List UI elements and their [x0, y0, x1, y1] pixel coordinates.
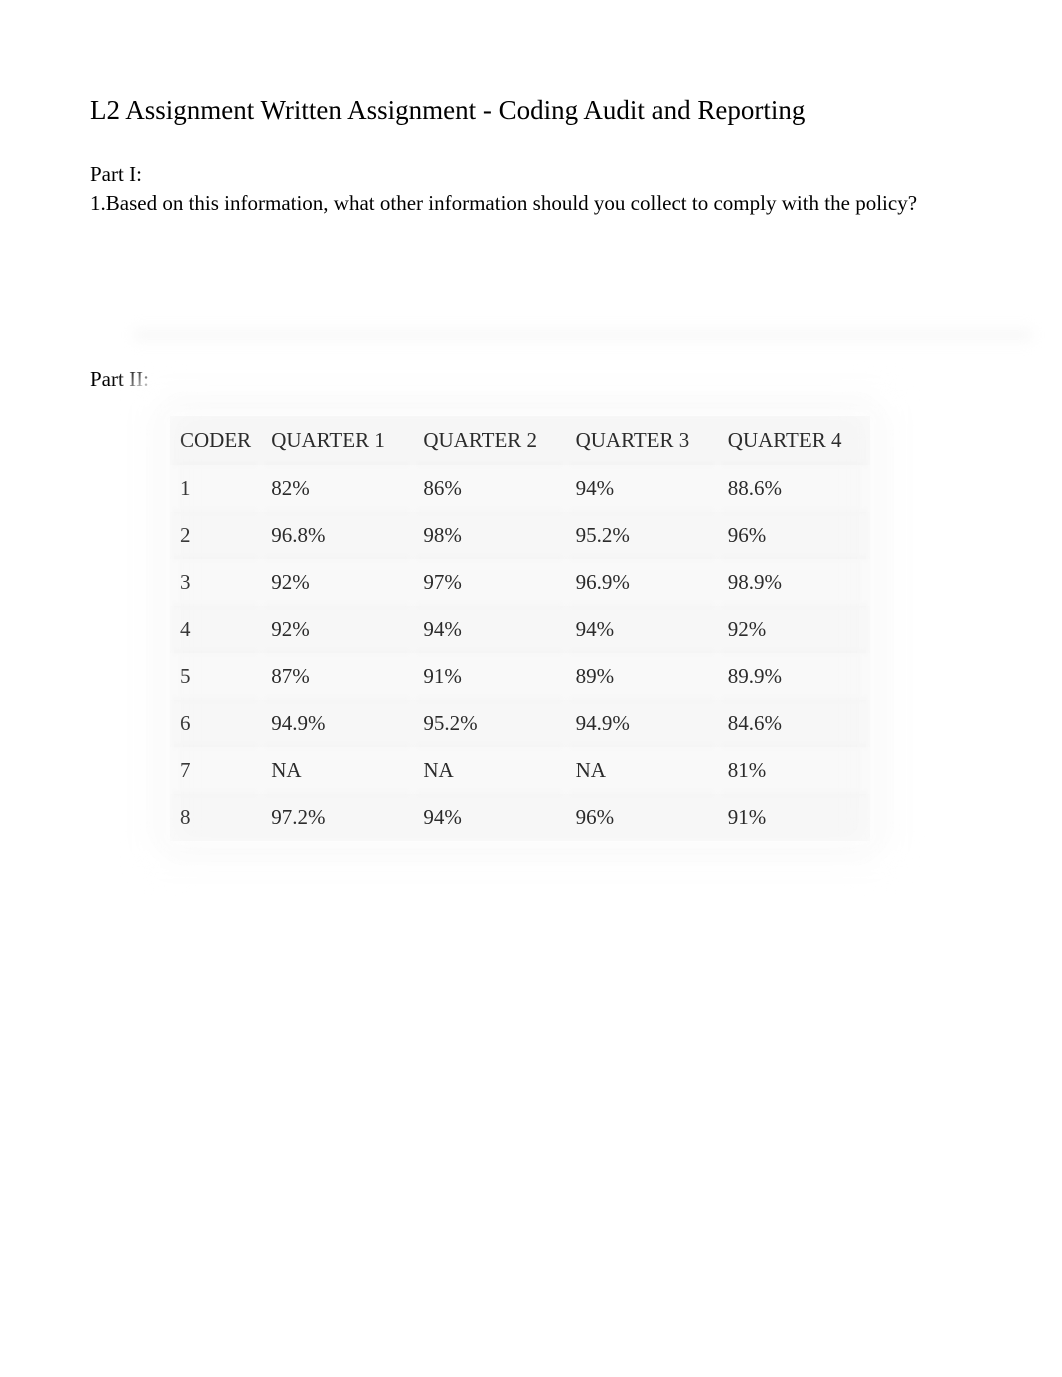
- cell-q1: 92%: [261, 559, 413, 606]
- part-1-question: 1.Based on this information, what other …: [90, 189, 972, 217]
- table-row: 8 97.2% 94% 96% 91%: [170, 794, 870, 841]
- table-row: 3 92% 97% 96.9% 98.9%: [170, 559, 870, 606]
- coder-accuracy-table: CODER QUARTER 1 QUARTER 2 QUARTER 3 QUAR…: [170, 416, 870, 841]
- cell-q3: 96%: [566, 794, 718, 841]
- cell-q4: 84.6%: [718, 700, 870, 747]
- cell-q1: 96.8%: [261, 512, 413, 559]
- cell-q3: 94%: [566, 465, 718, 512]
- cell-q2: 98%: [413, 512, 565, 559]
- cell-q2: 86%: [413, 465, 565, 512]
- cell-coder: 4: [170, 606, 261, 653]
- cell-coder: 6: [170, 700, 261, 747]
- cell-q2: NA: [413, 747, 565, 794]
- cell-q4: 89.9%: [718, 653, 870, 700]
- col-header-q4: QUARTER 4: [718, 416, 870, 465]
- cell-q4: 91%: [718, 794, 870, 841]
- coder-accuracy-table-region: CODER QUARTER 1 QUARTER 2 QUARTER 3 QUAR…: [170, 416, 870, 841]
- table-row: 6 94.9% 95.2% 94.9% 84.6%: [170, 700, 870, 747]
- cell-q1: 87%: [261, 653, 413, 700]
- table-header-row: CODER QUARTER 1 QUARTER 2 QUARTER 3 QUAR…: [170, 416, 870, 465]
- col-header-coder: CODER: [170, 416, 261, 465]
- cell-q3: 94%: [566, 606, 718, 653]
- col-header-q2: QUARTER 2: [413, 416, 565, 465]
- cell-q2: 95.2%: [413, 700, 565, 747]
- cell-q4: 96%: [718, 512, 870, 559]
- table-row: 5 87% 91% 89% 89.9%: [170, 653, 870, 700]
- decorative-blur-bar: [134, 325, 1032, 345]
- cell-coder: 1: [170, 465, 261, 512]
- page-title: L2 Assignment Written Assignment - Codin…: [90, 95, 972, 126]
- document-page: L2 Assignment Written Assignment - Codin…: [0, 0, 1062, 841]
- cell-coder: 3: [170, 559, 261, 606]
- cell-q2: 97%: [413, 559, 565, 606]
- cell-q4: 98.9%: [718, 559, 870, 606]
- col-header-q1: QUARTER 1: [261, 416, 413, 465]
- cell-q3: 94.9%: [566, 700, 718, 747]
- cell-q2: 94%: [413, 794, 565, 841]
- table-row: 4 92% 94% 94% 92%: [170, 606, 870, 653]
- cell-q4: 88.6%: [718, 465, 870, 512]
- part-1-section: Part I: 1.Based on this information, wha…: [90, 162, 972, 217]
- cell-q2: 91%: [413, 653, 565, 700]
- cell-q4: 81%: [718, 747, 870, 794]
- cell-q1: NA: [261, 747, 413, 794]
- table-row: 2 96.8% 98% 95.2% 96%: [170, 512, 870, 559]
- cell-q1: 82%: [261, 465, 413, 512]
- table-row: 7 NA NA NA 81%: [170, 747, 870, 794]
- cell-q2: 94%: [413, 606, 565, 653]
- col-header-q3: QUARTER 3: [566, 416, 718, 465]
- table-row: 1 82% 86% 94% 88.6%: [170, 465, 870, 512]
- cell-coder: 2: [170, 512, 261, 559]
- cell-q3: 89%: [566, 653, 718, 700]
- cell-q1: 92%: [261, 606, 413, 653]
- cell-q3: 95.2%: [566, 512, 718, 559]
- cell-coder: 7: [170, 747, 261, 794]
- cell-q3: 96.9%: [566, 559, 718, 606]
- cell-q1: 94.9%: [261, 700, 413, 747]
- part-2-label: Part II:: [90, 367, 972, 392]
- part-2-section: Part II: CODER QUARTER 1 QUARTER 2 QUART…: [90, 367, 972, 841]
- part-1-label: Part I:: [90, 162, 972, 187]
- cell-q1: 97.2%: [261, 794, 413, 841]
- cell-coder: 8: [170, 794, 261, 841]
- cell-coder: 5: [170, 653, 261, 700]
- cell-q4: 92%: [718, 606, 870, 653]
- cell-q3: NA: [566, 747, 718, 794]
